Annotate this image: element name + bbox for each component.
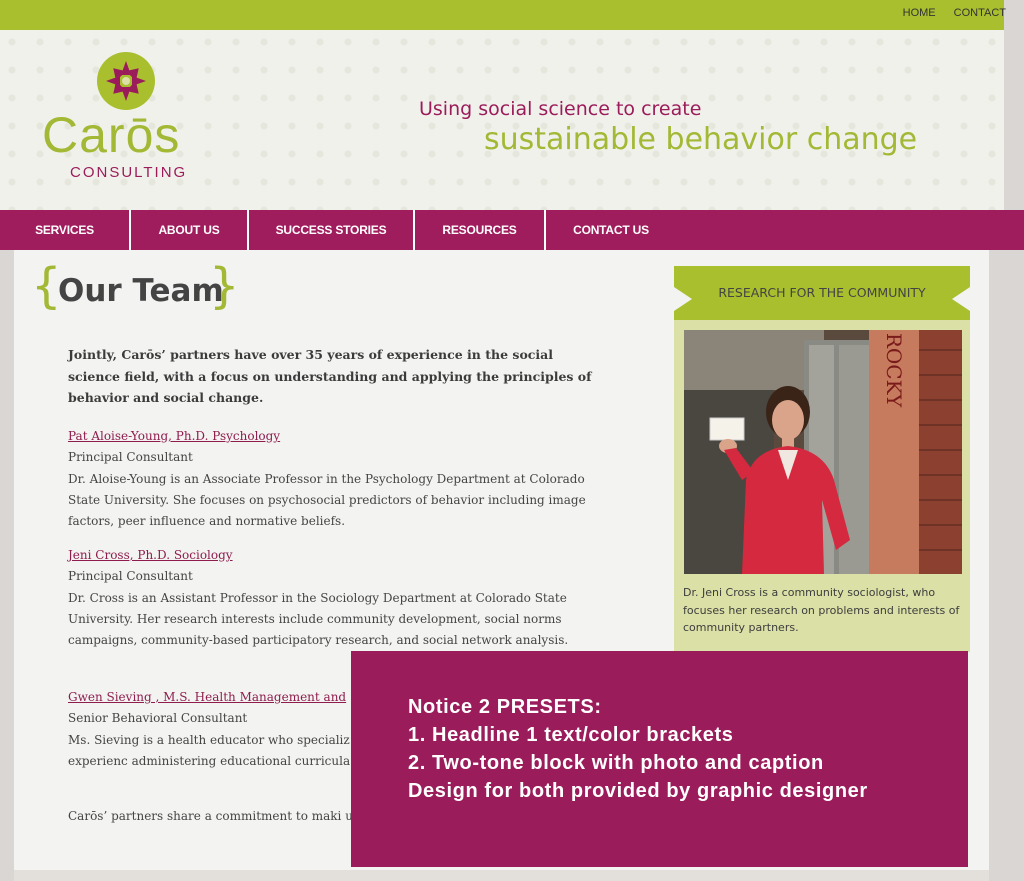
nav-band-extension [1004, 226, 1024, 250]
photo-illustration: ROCKY [684, 330, 962, 574]
logo-subtitle: CONSULTING [70, 164, 188, 181]
tagline-line2: sustainable behavior change [484, 122, 918, 157]
nav-services[interactable]: SERVICES [0, 210, 131, 250]
team-member-role: Principal Consultant [68, 450, 193, 465]
annotation-line: 2. Two-tone block with photo and caption [408, 752, 824, 774]
site-header: Carōs CONSULTING Using social science to… [0, 30, 1004, 210]
main-nav: SERVICES ABOUT US SUCCESS STORIES RESOUR… [0, 210, 676, 250]
sidebar-title: RESEARCH FOR THE COMMUNITY [718, 285, 926, 300]
top-links: HOME CONTACT [903, 7, 1006, 19]
team-member: Pat Aloise-Young, Ph.D. Psychology Princ… [68, 426, 598, 532]
annotation-line: Notice 2 PRESETS: [408, 696, 602, 718]
photo-rocky-text: ROCKY [882, 333, 906, 408]
footer-strip [14, 870, 989, 881]
annotation-box: Notice 2 PRESETS: 1. Headline 1 text/col… [351, 651, 968, 867]
top-bar [0, 0, 1004, 30]
team-member-name[interactable]: Jeni Cross, Ph.D. Sociology [68, 545, 598, 566]
featured-photo: ROCKY [684, 330, 962, 574]
home-link[interactable]: HOME [903, 7, 936, 19]
tagline-line1: Using social science to create [419, 98, 702, 120]
title-bracket-close: } [209, 258, 240, 314]
intro-paragraph: Jointly, Carōs’ partners have over 35 ye… [68, 347, 592, 405]
sidebar-feature: RESEARCH FOR THE COMMUNITY ROCKY Dr. Jen… [674, 266, 970, 652]
annotation-line: Design for both provided by graphic desi… [408, 780, 868, 802]
logo-wordmark[interactable]: Carōs [42, 106, 180, 164]
team-member: Jeni Cross, Ph.D. Sociology Principal Co… [68, 545, 598, 651]
nav-success-stories[interactable]: SUCCESS STORIES [249, 210, 415, 250]
contact-link[interactable]: CONTACT [954, 7, 1006, 19]
annotation-lines: Notice 2 PRESETS: 1. Headline 1 text/col… [408, 693, 868, 805]
nav-resources[interactable]: RESOURCES [415, 210, 546, 250]
annotation-line: 1. Headline 1 text/color brackets [408, 724, 734, 746]
team-member-bio: Dr. Aloise-Young is an Associate Profess… [68, 471, 586, 529]
photo-caption: Dr. Jeni Cross is a community sociologis… [683, 586, 960, 634]
logo-circle [97, 52, 155, 110]
team-member-role: Principal Consultant [68, 569, 193, 584]
nav-about-us[interactable]: ABOUT US [131, 210, 249, 250]
title-bracket-open: { [31, 258, 62, 314]
team-member-bio: Dr. Cross is an Assistant Professor in t… [68, 590, 569, 648]
team-member-name[interactable]: Pat Aloise-Young, Ph.D. Psychology [68, 426, 598, 447]
nav-contact-us[interactable]: CONTACT US [546, 210, 676, 250]
flower-icon [106, 61, 146, 101]
page-title: Our Team [58, 273, 224, 309]
